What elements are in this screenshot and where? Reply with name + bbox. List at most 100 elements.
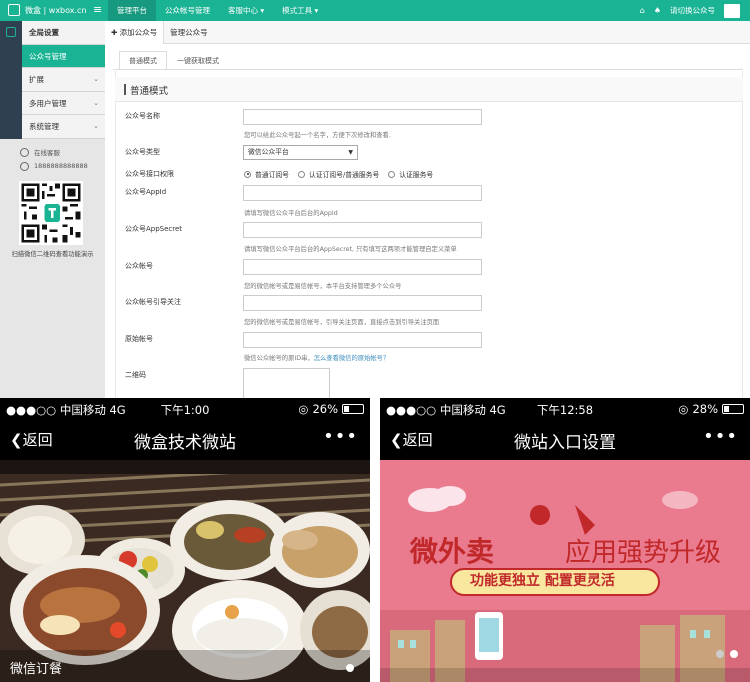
pager-dot[interactable] xyxy=(716,650,724,658)
phone-left: ●●●○○ 中国移动 4G 下午1:00 ◎ 26% ❮返回 微盒技术微站 ••… xyxy=(0,398,370,682)
secret-label: 公众号AppSecret xyxy=(125,225,183,233)
type-select[interactable]: 微信公众平台 ▼ xyxy=(243,145,358,160)
radio-subscribe[interactable]: 普通订阅号 xyxy=(244,169,289,179)
tab-quick-mode[interactable]: 一键获取模式 xyxy=(167,51,229,70)
chevron-down-icon: ⌄ xyxy=(93,122,99,130)
avatar[interactable] xyxy=(724,3,740,18)
chat-icon xyxy=(20,147,29,157)
sidebar-item-extend[interactable]: 扩展 ⌄ xyxy=(22,68,105,92)
name-label: 公众号名称 xyxy=(125,112,160,120)
rotation-lock-icon: ◎ xyxy=(298,402,309,416)
grid-icon[interactable] xyxy=(6,27,16,37)
tab-divider xyxy=(113,69,743,70)
food-photo xyxy=(0,460,370,682)
sidebar-item-multiuser[interactable]: 多用户管理 ⌄ xyxy=(22,91,105,115)
sidebar-icon-column xyxy=(0,21,22,139)
chevron-down-icon: ⌄ xyxy=(93,98,99,107)
more-icon[interactable]: ••• xyxy=(703,426,738,447)
main-content: ✚ 添加公众号 管理公众号 普通模式 一键获取模式 普通模式 公众号名称 您可以… xyxy=(105,20,750,398)
top-nav: 管理平台 公众帐号管理 客服中心 ▾ 模式工具 ▾ xyxy=(108,0,327,21)
nav-bar: ❮返回 微盒技术微站 ••• xyxy=(0,420,370,460)
qrcode-label: 二维码 xyxy=(125,371,146,379)
banner-caption: 微信订餐 xyxy=(10,662,63,677)
service-label: 在线客服 xyxy=(34,149,60,157)
account-input[interactable] xyxy=(243,259,482,275)
sidebar-item-label: 多用户管理 xyxy=(29,98,67,108)
nav-bar: ❮返回 微站入口设置 ••• xyxy=(380,420,750,460)
name-input[interactable] xyxy=(243,109,482,125)
guide-input[interactable] xyxy=(243,295,482,311)
pager-dot[interactable] xyxy=(730,650,738,658)
sidebar-item-account-manage[interactable]: 公众号管理 xyxy=(22,44,105,68)
radio-verified-service[interactable]: 认证服务号 xyxy=(388,169,433,179)
rotation-lock-icon: ◎ xyxy=(678,402,689,416)
bell-icon[interactable]: ♠ xyxy=(654,6,661,15)
battery-percent: 26% xyxy=(312,402,338,416)
sidebar-header[interactable]: 全局设置 xyxy=(22,21,105,45)
pager-dot[interactable] xyxy=(346,664,354,672)
auth-radio-group: 普通订阅号 认证订阅号/普通服务号 认证服务号 xyxy=(244,169,433,179)
chevron-down-icon: ⌄ xyxy=(93,75,99,83)
nav-service-center[interactable]: 客服中心 ▾ xyxy=(219,0,273,21)
secret-input[interactable] xyxy=(243,222,482,238)
promo-subtitle: 功能更独立 配置更灵活 xyxy=(470,573,615,589)
qrcode-upload[interactable] xyxy=(243,368,330,398)
sidebar-item-label: 扩展 xyxy=(29,75,44,84)
menu-icon[interactable]: ≡ xyxy=(93,3,102,16)
sidebar-item-system[interactable]: 系统管理 ⌄ xyxy=(22,115,105,139)
status-bar: ●●●○○ 中国移动 4G 下午12:58 ◎ 28% xyxy=(380,398,750,420)
promo-title: 微外卖 xyxy=(410,535,495,568)
page-title: 微站入口设置 xyxy=(514,433,616,453)
guide-label: 公众帐号引导关注 xyxy=(125,298,181,306)
battery-status: ◎ 26% xyxy=(298,402,364,416)
battery-percent: 28% xyxy=(692,402,718,416)
radio-icon[interactable] xyxy=(297,170,305,178)
origin-help: 微信公众帐号的原ID串，怎么查看微信的原始帐号？ xyxy=(244,353,389,362)
promo-title-secondary: 应用强势升级 xyxy=(565,538,722,568)
origin-help-text: 微信公众帐号的原ID串， xyxy=(244,355,314,362)
phone-number: 1888888888888 xyxy=(34,162,88,170)
chevron-down-icon: ▼ xyxy=(348,149,353,156)
radio-verified-subscribe[interactable]: 认证订阅号/普通服务号 xyxy=(297,169,380,179)
auth-label: 公众号接口权限 xyxy=(125,170,174,178)
origin-label: 原始帐号 xyxy=(125,335,153,343)
account-switch[interactable]: 请切换公众号 xyxy=(670,5,715,16)
nav-admin-platform[interactable]: 管理平台 xyxy=(108,0,156,21)
phone-right: ●●●○○ 中国移动 4G 下午12:58 ◎ 28% ❮返回 微站入口设置 •… xyxy=(380,398,750,682)
contact-info: 在线客服 1888888888888 xyxy=(0,145,105,173)
nav-mode-tools[interactable]: 模式工具 ▾ xyxy=(273,0,327,21)
secret-help: 请填写微信公众平台后台的AppSecret, 只有填写这两项才能管理自定义菜单 xyxy=(244,246,457,253)
food-banner[interactable]: 微信订餐 xyxy=(0,460,370,682)
type-select-value: 微信公众平台 xyxy=(248,148,289,156)
sidebar: 全局设置 公众号管理 扩展 ⌄ 多用户管理 ⌄ 系统管理 ⌄ 在线客服 1888888… xyxy=(0,21,105,398)
battery-status: ◎ 28% xyxy=(678,402,744,416)
battery-icon xyxy=(342,404,364,414)
name-help: 您可以给此公众号起一个名字，方便下次修改和查看. xyxy=(244,132,391,139)
appid-help: 请填写微信公众平台后台的AppId xyxy=(244,210,338,217)
nav-account-manage[interactable]: 公众帐号管理 xyxy=(156,0,219,21)
top-bar: 微盒 | wxbox.cn ≡ 管理平台 公众帐号管理 客服中心 ▾ 模式工具 … xyxy=(0,0,750,21)
battery-level xyxy=(724,406,729,412)
page-title: 微盒技术微站 xyxy=(134,433,236,453)
section-header: 普通模式 xyxy=(115,77,743,102)
radio-icon[interactable] xyxy=(244,170,251,178)
tab-normal-mode[interactable]: 普通模式 xyxy=(119,51,167,70)
promo-banner[interactable]: 微外卖 应用强势升级 功能更独立 配置更灵活 xyxy=(380,460,750,682)
home-icon[interactable]: ⌂ xyxy=(640,6,645,15)
tab-add-account[interactable]: ✚ 添加公众号 xyxy=(105,20,165,44)
radio-icon[interactable] xyxy=(388,170,396,178)
admin-screenshot: 微盒 | wxbox.cn ≡ 管理平台 公众帐号管理 客服中心 ▾ 模式工具 … xyxy=(0,0,750,398)
account-label: 公众帐号 xyxy=(125,262,153,270)
appid-input[interactable] xyxy=(243,185,482,201)
radio-label: 认证订阅号/普通服务号 xyxy=(308,171,380,179)
guide-help: 您的微信帐号或是易信帐号，引导关注页面，直接点击到引导关注页面 xyxy=(244,319,440,326)
radio-label: 认证服务号 xyxy=(399,171,434,179)
section-marker xyxy=(124,84,126,95)
tab-manage-account[interactable]: 管理公众号 xyxy=(164,21,214,44)
phone-icon xyxy=(20,161,29,171)
origin-help-link[interactable]: 怎么查看微信的原始帐号？ xyxy=(314,355,390,362)
more-icon[interactable]: ••• xyxy=(323,426,358,447)
action-tabs: ✚ 添加公众号 管理公众号 xyxy=(105,20,750,44)
online-service[interactable]: 在线客服 xyxy=(0,145,105,159)
origin-input[interactable] xyxy=(243,332,482,348)
